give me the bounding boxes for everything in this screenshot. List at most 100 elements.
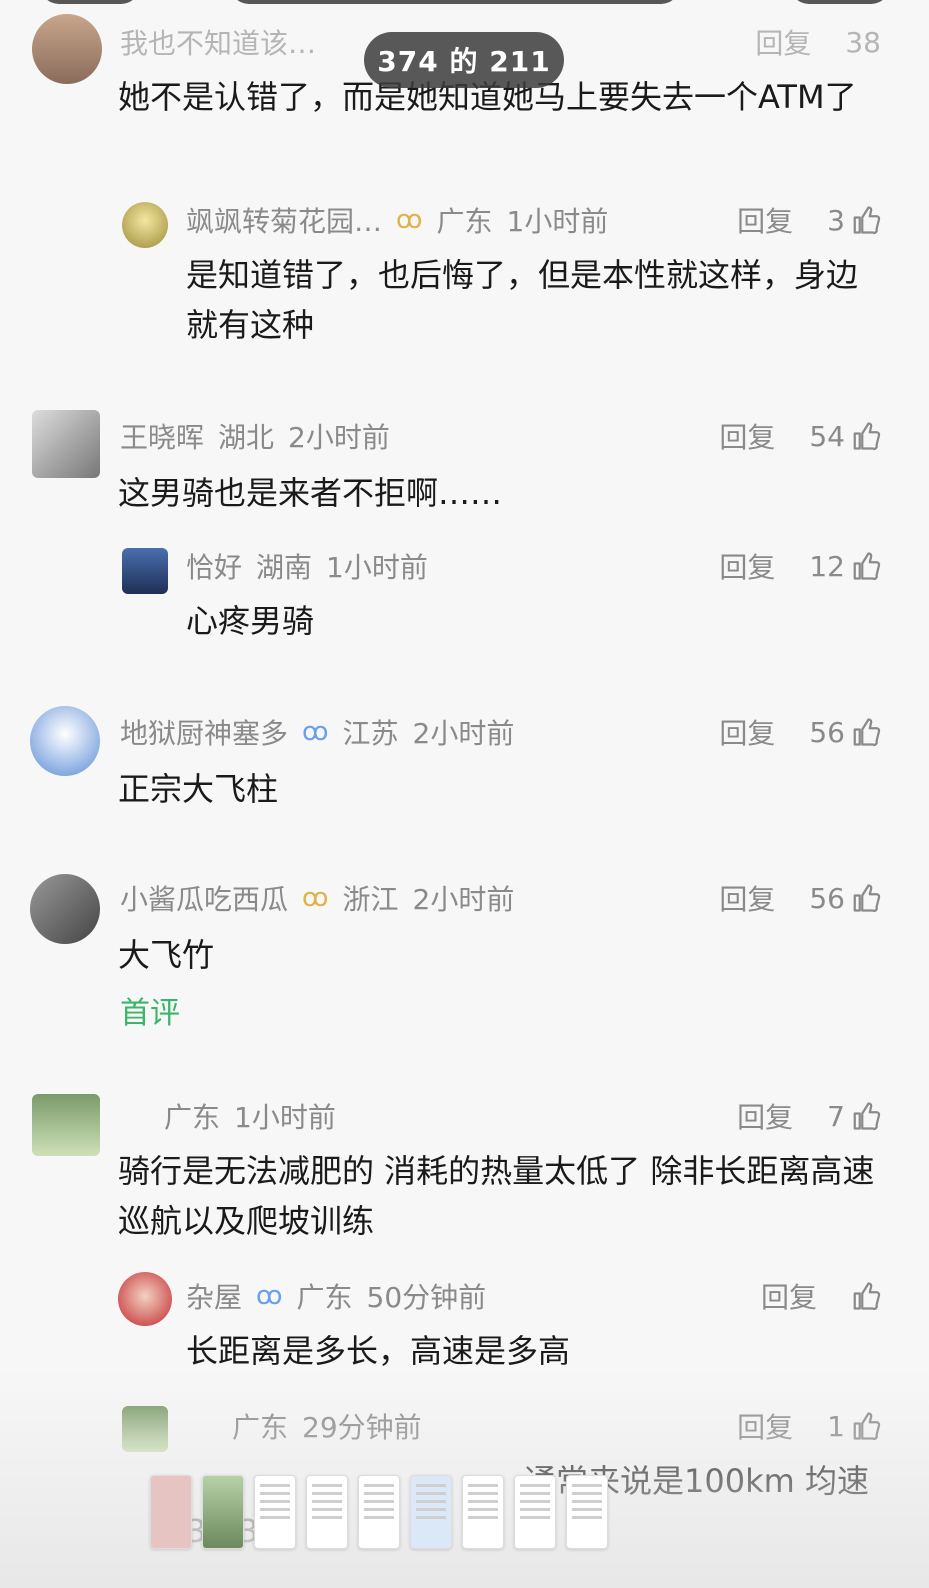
vip-badge-icon: ꝏ: [302, 883, 329, 913]
reply-button[interactable]: 回复: [737, 1406, 793, 1446]
avatar[interactable]: [32, 1094, 100, 1156]
thumbs-up-icon: [853, 1102, 881, 1130]
reply-meta: 恰好 湖南 1小时前: [186, 546, 428, 586]
username[interactable]: 飒飒转菊花园…: [186, 200, 382, 240]
vip-badge-icon: ꝏ: [396, 205, 423, 235]
avatar[interactable]: [32, 14, 102, 84]
comment-meta: 小酱瓜吃西瓜 ꝏ 浙江 2小时前: [120, 878, 514, 918]
comment-meta: 地狱厨神塞多 ꝏ 江苏 2小时前: [120, 712, 514, 752]
thumbnail[interactable]: [306, 1475, 348, 1549]
location: 江苏: [342, 717, 399, 750]
like-button[interactable]: 54: [809, 420, 881, 453]
like-button[interactable]: 38: [845, 26, 881, 59]
reply-button[interactable]: 回复: [737, 1096, 793, 1136]
top-right-button-partial[interactable]: [790, 0, 890, 4]
avatar[interactable]: [30, 874, 100, 944]
reply-actions: 回复 1: [737, 1406, 881, 1446]
username[interactable]: 地狱厨神塞多: [120, 712, 288, 752]
username[interactable]: 恰好: [186, 546, 242, 586]
thumbs-up-icon: [853, 718, 881, 746]
reply-text: 是知道错了，也后悔了，但是本性就这样，身边就有这种: [186, 256, 859, 344]
comment-meta: 我也不知道该…: [120, 22, 316, 62]
thumbnail[interactable]: [202, 1475, 244, 1549]
thumbnail[interactable]: [566, 1475, 608, 1549]
username[interactable]: 小酱瓜吃西瓜: [120, 878, 288, 918]
timestamp: 1小时前: [326, 551, 428, 584]
thumbnail[interactable]: [462, 1475, 504, 1549]
thumbnail[interactable]: [358, 1475, 400, 1549]
thumbs-up-icon: [853, 1282, 881, 1310]
vip-badge-icon: ꝏ: [302, 717, 329, 747]
comment-text: 骑行是无法减肥的 消耗的热量太低了 除非长距离高速巡航以及爬坡训练: [118, 1152, 875, 1240]
like-button[interactable]: 3: [827, 204, 881, 237]
thumbnail-strip: [150, 1475, 608, 1549]
comment-meta: 广东 1小时前: [164, 1096, 336, 1136]
comment-text: 这男骑也是来者不拒啊……: [118, 474, 503, 512]
like-button[interactable]: 56: [809, 716, 881, 749]
comment-actions: 回复 38: [755, 22, 881, 62]
reply-button[interactable]: 回复: [719, 878, 775, 918]
comment-text: 正宗大飞柱: [118, 770, 279, 808]
like-button[interactable]: 12: [809, 550, 881, 583]
reply-button[interactable]: 回复: [719, 546, 775, 586]
location: 广东: [436, 205, 493, 238]
location: 浙江: [342, 883, 399, 916]
avatar[interactable]: [122, 202, 168, 248]
timestamp: 2小时前: [288, 421, 390, 454]
username[interactable]: 我也不知道该…: [120, 22, 316, 62]
location: 广东: [164, 1101, 221, 1134]
timestamp: 1小时前: [506, 205, 609, 238]
vip-badge-icon: ꝏ: [256, 1281, 283, 1311]
reply-text: 长距离是多长，高速是多高: [186, 1332, 571, 1370]
reply-actions: 回复 3: [737, 200, 881, 240]
location: 广东: [232, 1411, 289, 1444]
username[interactable]: 杂屋: [186, 1276, 242, 1316]
comment-actions: 回复 56: [719, 712, 881, 752]
like-count: 54: [809, 419, 845, 453]
avatar[interactable]: [30, 706, 100, 776]
avatar[interactable]: [118, 1272, 172, 1326]
thumbs-up-icon: [853, 422, 881, 450]
thumbnail[interactable]: [254, 1475, 296, 1549]
reply-button[interactable]: 回复: [719, 712, 775, 752]
timestamp: 29分钟前: [302, 1411, 422, 1444]
reply-actions: 回复 12: [719, 546, 881, 586]
like-count: 3: [827, 203, 845, 237]
like-button[interactable]: 7: [827, 1100, 881, 1133]
location: 湖南: [256, 551, 313, 584]
timestamp: 2小时前: [412, 717, 515, 750]
thumbs-up-icon: [853, 552, 881, 580]
comment-actions: 回复 56: [719, 878, 881, 918]
avatar[interactable]: [122, 548, 168, 594]
reply-text: 心疼男骑: [186, 602, 315, 640]
comment-text: 大飞竹: [118, 936, 215, 974]
first-comment-tag: 首评: [120, 996, 180, 1031]
image-counter: 374 的 211: [364, 32, 564, 88]
like-count: 7: [827, 1099, 845, 1133]
location: 湖北: [218, 421, 275, 454]
reply-button[interactable]: 回复: [755, 22, 811, 62]
thumbnail[interactable]: [150, 1475, 192, 1549]
like-button[interactable]: 56: [809, 882, 881, 915]
top-left-button-partial[interactable]: [40, 0, 140, 4]
reply-meta: 广东 29分钟前: [232, 1406, 422, 1446]
comment-actions: 回复 7: [737, 1096, 881, 1136]
reply-meta: 杂屋 ꝏ 广东 50分钟前: [186, 1276, 486, 1316]
reply-button[interactable]: 回复: [737, 200, 793, 240]
like-button[interactable]: [851, 1281, 881, 1311]
username[interactable]: 王晓晖: [120, 416, 204, 456]
reply-button[interactable]: 回复: [719, 416, 775, 456]
comment-actions: 回复 54: [719, 416, 881, 456]
reply-meta: 飒飒转菊花园… ꝏ 广东 1小时前: [186, 200, 608, 240]
comment-meta: 王晓晖 湖北 2小时前: [120, 416, 390, 456]
avatar[interactable]: [122, 1406, 168, 1452]
like-button[interactable]: 1: [827, 1410, 881, 1443]
top-search-partial[interactable]: [230, 0, 680, 4]
reply-button[interactable]: 回复: [761, 1276, 817, 1316]
avatar[interactable]: [32, 410, 100, 478]
thumbnail[interactable]: [410, 1475, 452, 1549]
timestamp: 1小时前: [234, 1101, 336, 1134]
like-count: 38: [845, 25, 881, 59]
thumbnail[interactable]: [514, 1475, 556, 1549]
like-count: 56: [809, 881, 845, 915]
